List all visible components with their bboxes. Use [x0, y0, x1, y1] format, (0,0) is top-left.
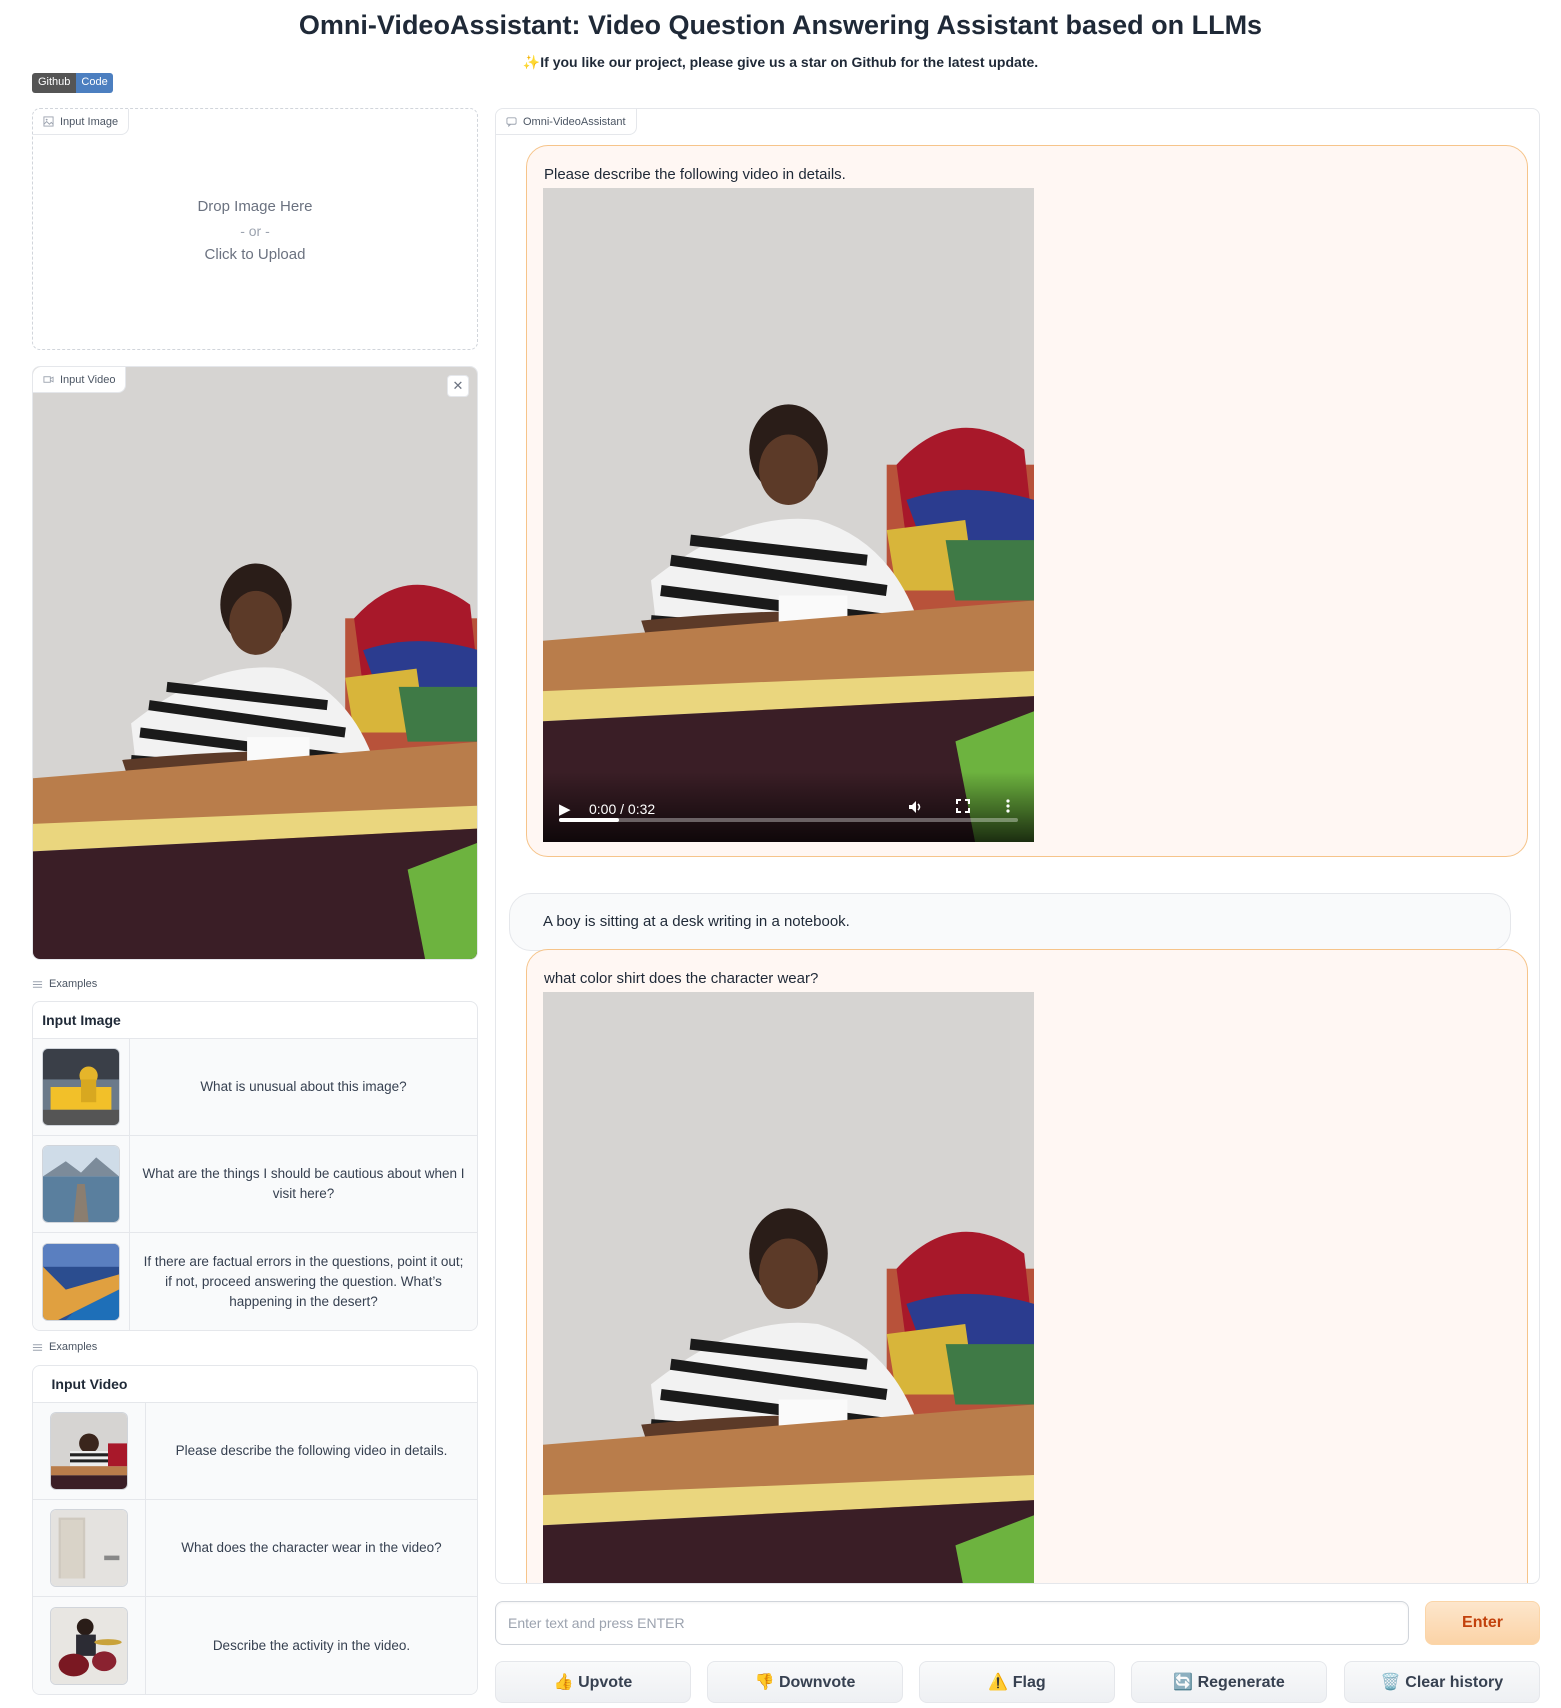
chat-video-player[interactable] — [543, 992, 1034, 1583]
downvote-button[interactable]: 👎 Downvote — [707, 1661, 903, 1703]
github-badge[interactable]: Github Code — [32, 73, 113, 93]
image-example-text: If there are factual errors in the quest… — [143, 1253, 464, 1309]
boy-writing-thumbnail — [50, 1412, 128, 1490]
upload-instructions: Drop Image Here - or - Click to Upload — [33, 195, 477, 267]
video-input-panel[interactable]: Input Video ✕ — [32, 366, 478, 960]
boy-writing-scene — [33, 367, 477, 959]
regenerate-button[interactable]: 🔄 Regenerate — [1131, 1661, 1327, 1703]
video-controls-bar: ▶ 0:00 / 0:32 — [543, 772, 1034, 842]
boy-writing-scene — [543, 992, 1034, 1583]
image-examples-label: Examples — [32, 978, 97, 990]
video-icon — [43, 376, 54, 383]
volume-icon[interactable] — [907, 798, 925, 816]
video-examples-label: Examples — [32, 1341, 97, 1353]
image-examples-header-col: Input Image — [42, 1012, 121, 1028]
enter-button[interactable]: Enter — [1425, 1601, 1540, 1645]
image-example-row[interactable]: What are the things I should be cautious… — [33, 1136, 477, 1233]
chatbot-label-text: Omni-VideoAssistant — [523, 115, 626, 128]
click-to-upload-text: Click to Upload — [204, 246, 306, 263]
chatbot-panel: Omni-VideoAssistant Please describe the … — [495, 108, 1540, 1584]
page-subtitle: ✨If you like our project, please give us… — [522, 54, 1039, 70]
video-examples-label-text: Examples — [49, 1341, 98, 1353]
flag-button[interactable]: ⚠️ Flag — [919, 1661, 1115, 1703]
list-icon — [32, 980, 43, 988]
image-input-label-text: Input Image — [60, 115, 119, 128]
image-examples-label-text: Examples — [49, 978, 98, 990]
play-icon[interactable]: ▶ — [559, 800, 571, 818]
image-examples-header: Input Image — [33, 1002, 477, 1039]
video-example-text: What does the character wear in the vide… — [181, 1540, 442, 1555]
video-example-text: Please describe the following video in d… — [175, 1443, 448, 1458]
image-example-text: What are the things I should be cautious… — [142, 1166, 465, 1201]
close-icon: ✕ — [452, 378, 464, 393]
image-examples-table: Input Image What is unusual about this i… — [32, 1001, 478, 1331]
video-examples-header-col: Input Video — [51, 1376, 128, 1392]
lake-dock-thumbnail — [42, 1145, 120, 1223]
chat-text-input[interactable] — [495, 1601, 1409, 1645]
drop-image-text: Drop Image Here — [197, 198, 313, 215]
image-example-row[interactable]: What is unusual about this image? — [33, 1039, 477, 1136]
chat-video-player[interactable]: ▶ 0:00 / 0:32 — [543, 188, 1034, 842]
image-icon — [43, 116, 54, 127]
city-coast-thumbnail — [42, 1242, 120, 1321]
bot-message-text: A boy is sitting at a desk writing in a … — [543, 913, 850, 930]
video-progress-fill — [559, 818, 619, 822]
drummer-thumbnail — [50, 1606, 128, 1685]
video-example-row[interactable]: What does the character wear in the vide… — [33, 1500, 477, 1597]
video-time: 0:00 / 0:32 — [589, 801, 656, 817]
more-options-icon[interactable] — [1005, 798, 1011, 814]
user-message-text: what color shirt does the character wear… — [544, 970, 819, 987]
page-title: Omni-VideoAssistant: Video Question Answ… — [298, 10, 1263, 40]
fullscreen-icon[interactable] — [955, 798, 971, 814]
chatbot-label: Omni-VideoAssistant — [496, 109, 637, 135]
video-example-text: Describe the activity in the video. — [212, 1637, 411, 1653]
github-badge-value: Code — [76, 73, 113, 93]
or-text: - or - — [240, 223, 270, 239]
bot-message-bubble: A boy is sitting at a desk writing in a … — [509, 893, 1511, 951]
clear-history-button[interactable]: 🗑️ Clear history — [1344, 1661, 1540, 1703]
image-example-row[interactable]: If there are factual errors in the quest… — [33, 1233, 477, 1330]
video-example-row[interactable]: Please describe the following video in d… — [33, 1403, 477, 1500]
video-input-label-text: Input Video — [60, 373, 116, 386]
upvote-button[interactable]: 👍 Upvote — [495, 1661, 691, 1703]
chat-icon — [506, 117, 517, 127]
image-example-text: What is unusual about this image? — [200, 1079, 407, 1094]
video-frame-boy-writing — [33, 367, 477, 959]
user-message-bubble: what color shirt does the character wear… — [526, 949, 1528, 1583]
room-door-thumbnail — [50, 1509, 128, 1587]
taxi-ironing-thumbnail — [42, 1048, 120, 1126]
video-input-label: Input Video — [33, 367, 127, 393]
boy-writing-scene — [543, 188, 1034, 842]
list-icon — [32, 1343, 43, 1351]
github-badge-label: Github — [32, 73, 77, 93]
video-examples-table: Input Video Please describe the followin… — [32, 1365, 478, 1695]
user-message-text: Please describe the following video in d… — [544, 166, 846, 183]
user-message-bubble: Please describe the following video in d… — [526, 145, 1528, 857]
video-example-row[interactable]: Describe the activity in the video. — [33, 1597, 477, 1694]
video-progress-bar[interactable] — [559, 818, 1018, 822]
image-input-label: Input Image — [33, 109, 130, 135]
clear-video-button[interactable]: ✕ — [447, 375, 469, 397]
image-upload-dropzone[interactable]: Input Image Drop Image Here - or - Click… — [32, 108, 478, 350]
video-examples-header: Input Video — [33, 1366, 477, 1403]
